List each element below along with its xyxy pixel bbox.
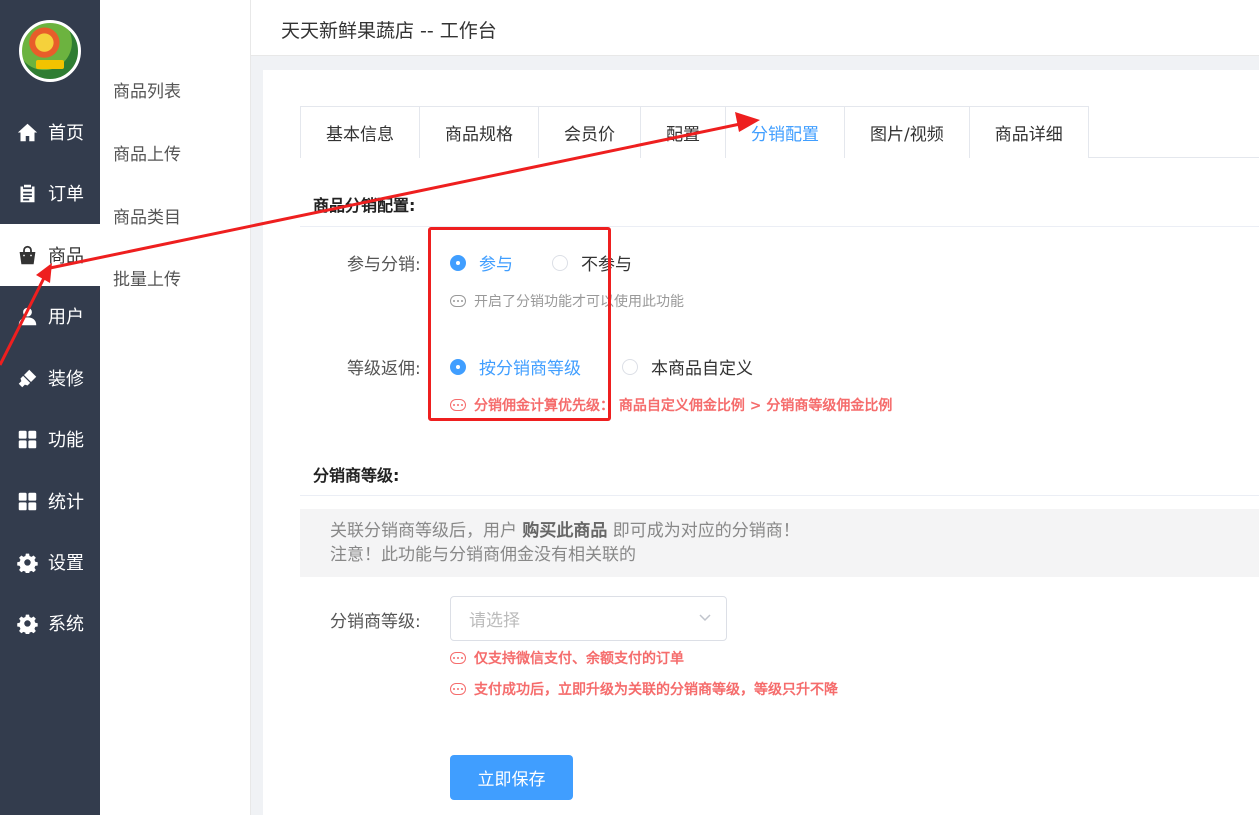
submenu-item-product-list[interactable]: 商品列表 [113,77,181,102]
tab-member-price[interactable]: 会员价 [538,106,641,158]
commission-label: 等级返佣: [347,359,421,379]
nav-item-stats[interactable]: 统计 [0,470,100,532]
level-hint-1: 仅支持微信支付、余额支付的订单 [450,648,684,668]
clipboard-icon [17,183,38,204]
product-edit-card: 基本信息 商品规格 会员价 配置 分销配置 图片/视频 商品详细 商品分销配置:… [263,70,1259,815]
radio-label: 本商品自定义 [651,359,753,379]
message-icon [450,652,466,664]
nav-label: 首页 [48,123,84,144]
tab-config[interactable]: 配置 [640,106,726,158]
page-title: 天天新鲜果蔬店 -- 工作台 [281,20,497,42]
nav-label: 功能 [48,430,84,451]
shopping-bag-icon [17,245,38,266]
distributor-level-label: 分销商等级: [330,612,421,632]
nav-item-system[interactable]: 系统 [0,592,100,654]
nav-item-users[interactable]: 用户 [0,285,100,347]
nav-label: 设置 [48,553,84,574]
user-icon [17,306,38,327]
tab-distribution-config[interactable]: 分销配置 [725,106,845,158]
avatar-badge [36,60,64,69]
nav-item-settings[interactable]: 设置 [0,531,100,593]
product-submenu: 商品列表 商品上传 商品类目 批量上传 [100,0,251,815]
submenu-item-product-upload[interactable]: 商品上传 [113,140,181,165]
nav-item-home[interactable]: 首页 [0,101,100,163]
product-tabs: 基本信息 商品规格 会员价 配置 分销配置 图片/视频 商品详细 [300,106,1259,158]
tab-details[interactable]: 商品详细 [968,106,1089,158]
level-hint-2: 支付成功后，立即升级为关联的分销商等级，等级只升不降 [450,679,838,699]
divider [300,495,1259,496]
tab-basic-info[interactable]: 基本信息 [300,106,420,158]
notice-text: 关联分销商等级后，用户 [330,521,523,541]
nav-item-decoration[interactable]: 装修 [0,347,100,409]
distributor-level-notice: 关联分销商等级后，用户 购买此商品 即可成为对应的分销商！ 注意！此功能与分销商… [300,509,1259,577]
hint-text: 仅支持微信支付、余额支付的订单 [474,651,684,667]
grid-icon [17,429,38,450]
distributor-level-heading: 分销商等级: [313,466,400,485]
submenu-item-batch-upload[interactable]: 批量上传 [113,265,181,290]
commission-custom-radio[interactable]: 本商品自定义 [622,354,753,379]
distribution-config-heading: 商品分销配置: [313,196,416,215]
home-icon [17,122,38,143]
notice-line-1: 关联分销商等级后，用户 购买此商品 即可成为对应的分销商！ [330,519,1229,543]
distributor-level-select[interactable]: 请选择 [450,596,727,641]
tab-media[interactable]: 图片/视频 [844,106,970,158]
grid-icon [17,491,38,512]
nav-label: 装修 [48,369,84,390]
notice-line-2: 注意！此功能与分销商佣金没有相关联的 [330,545,636,565]
gear-icon [17,552,38,573]
participate-label: 参与分销: [347,255,421,275]
nav-item-products[interactable]: 商品 [0,224,100,286]
notice-emphasis: 购买此商品 [522,521,608,541]
annotation-highlight-box [428,227,611,421]
nav-label: 用户 [48,307,84,328]
top-header: 天天新鲜果蔬店 -- 工作台 [251,0,1259,56]
nav-label: 统计 [48,492,84,513]
nav-label: 系统 [48,614,84,635]
save-button[interactable]: 立即保存 [450,755,573,800]
nav-item-orders[interactable]: 订单 [0,162,100,224]
hint-text: 支付成功后，立即升级为关联的分销商等级，等级只升不降 [474,682,838,698]
nav-label: 订单 [48,184,84,205]
brush-icon [17,368,38,389]
submenu-item-product-category[interactable]: 商品类目 [113,203,181,228]
select-placeholder: 请选择 [469,611,520,631]
store-avatar[interactable] [19,20,81,82]
tab-specs[interactable]: 商品规格 [419,106,539,158]
chevron-down-icon [699,614,711,622]
gear-icon [17,613,38,634]
radio-dot [622,358,638,375]
nav-item-features[interactable]: 功能 [0,408,100,470]
main-sidebar: 首页 订单 商品 用户 装修 功能 统计 设置 系统 [0,0,100,815]
nav-label: 商品 [48,246,84,267]
message-icon [450,683,466,695]
notice-text: 即可成为对应的分销商！ [607,521,800,541]
